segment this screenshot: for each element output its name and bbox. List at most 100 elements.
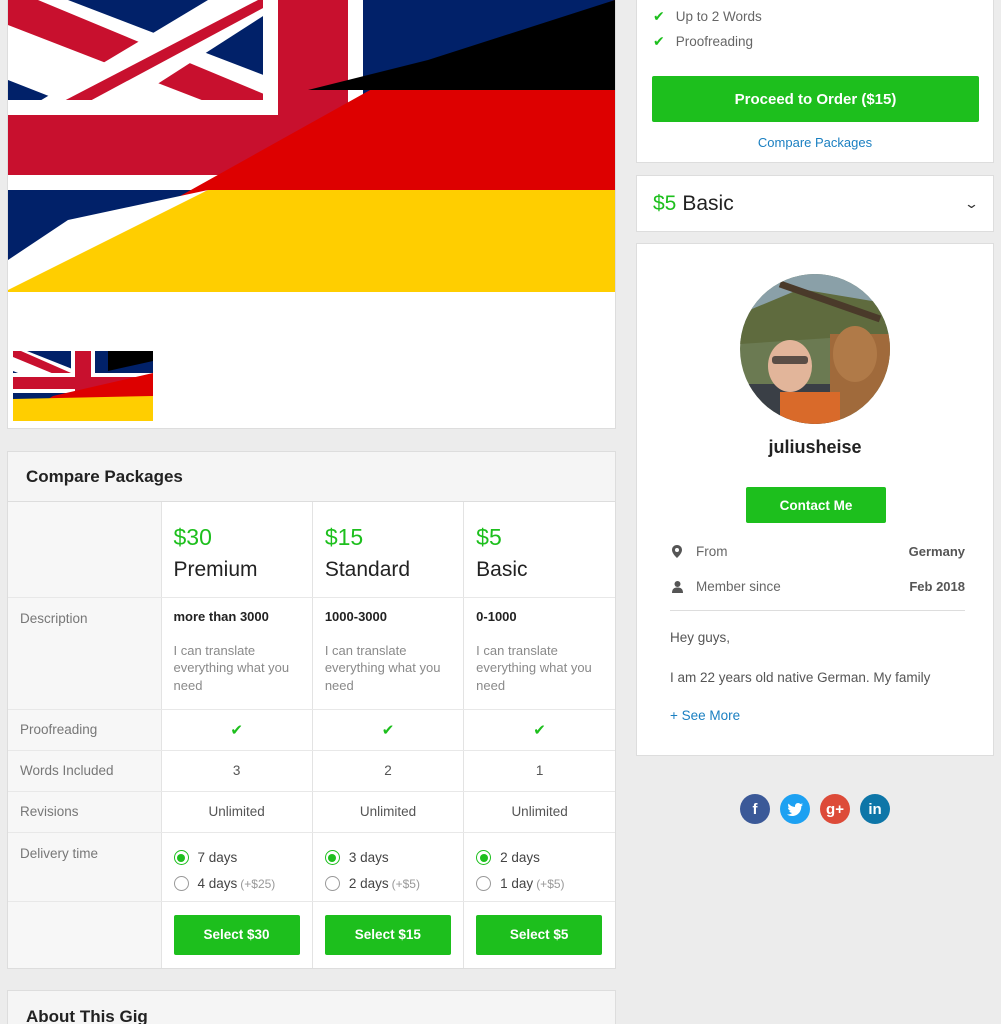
select-premium-button[interactable]: Select $30 bbox=[173, 914, 300, 955]
check-icon: ✔ bbox=[533, 721, 546, 739]
gig-main-image bbox=[8, 0, 615, 292]
google-plus-icon[interactable]: g+ bbox=[820, 794, 850, 824]
description-text: I can translate everything what you need bbox=[476, 642, 592, 693]
description-cell: 1000-3000 I can translate everything wha… bbox=[312, 597, 465, 710]
social-share: f g+ in bbox=[740, 794, 890, 824]
package-price: $30 bbox=[173, 524, 212, 550]
description-text: I can translate everything what you need bbox=[324, 642, 441, 693]
description-cell: more than 3000 I can translate everythin… bbox=[161, 597, 313, 710]
from-value: Germany bbox=[908, 544, 965, 559]
check-icon: ✔ bbox=[230, 721, 243, 739]
feature-item: ✔ Proofreading bbox=[653, 33, 753, 50]
radio-selected[interactable] bbox=[476, 850, 492, 865]
radio-unselected[interactable] bbox=[173, 876, 189, 891]
check-icon: ✔ bbox=[381, 721, 395, 739]
radio-unselected[interactable] bbox=[324, 876, 340, 891]
delivery-option-label: 3 days bbox=[348, 850, 389, 865]
avatar[interactable] bbox=[740, 274, 890, 424]
proofreading-cell: ✔ bbox=[161, 709, 313, 751]
row-label-delivery: Delivery time bbox=[8, 832, 162, 902]
seller-bio-line: Hey guys, bbox=[670, 630, 731, 645]
from-label: From bbox=[696, 544, 728, 559]
compare-packages-title: Compare Packages bbox=[8, 452, 615, 502]
delivery-cell: 7 days 4 days (+$25) bbox=[161, 832, 313, 902]
words-cell: 1 bbox=[463, 750, 615, 792]
package-name: Standard bbox=[324, 558, 411, 581]
delivery-cell: 2 days 1 day (+$5) bbox=[463, 832, 615, 902]
delivery-option-label: 1 day bbox=[500, 876, 534, 891]
compare-packages-link[interactable]: Compare Packages bbox=[637, 135, 993, 150]
row-label-description: Description bbox=[8, 597, 162, 710]
row-label-words: Words Included bbox=[8, 750, 162, 792]
twitter-icon[interactable] bbox=[780, 794, 810, 824]
description-title: 0-1000 bbox=[476, 608, 517, 624]
compare-packages-panel: Compare Packages $30 Premium $15 Standar… bbox=[7, 451, 616, 969]
seller-from-row: From Germany bbox=[670, 544, 965, 559]
radio-unselected[interactable] bbox=[476, 876, 492, 891]
package-header-premium: $30 Premium bbox=[161, 502, 313, 598]
package-name: Basic bbox=[476, 558, 528, 581]
order-panel: ✔ Up to 2 Words ✔ Proofreading Proceed t… bbox=[636, 0, 994, 163]
delivery-cell: 3 days 2 days (+$5) bbox=[312, 832, 465, 902]
contact-me-button[interactable]: Contact Me bbox=[746, 487, 886, 523]
revisions-cell: Unlimited bbox=[463, 791, 615, 833]
delivery-option[interactable]: 2 days (+$5) bbox=[324, 871, 463, 897]
package-price: $5 bbox=[476, 524, 502, 550]
delivery-option-label: 4 days bbox=[197, 876, 238, 891]
select-cell: Select $5 bbox=[464, 901, 615, 968]
member-since-label: Member since bbox=[696, 579, 781, 594]
member-since-value: Feb 2018 bbox=[909, 579, 965, 594]
select-standard-button[interactable]: Select $15 bbox=[324, 914, 451, 955]
delivery-option[interactable]: 7 days bbox=[173, 845, 312, 871]
delivery-option[interactable]: 4 days (+$25) bbox=[173, 871, 312, 897]
user-icon bbox=[670, 580, 684, 593]
select-cell: Select $15 bbox=[312, 901, 465, 968]
delivery-option-label: 2 days bbox=[348, 876, 389, 891]
proofreading-cell: ✔ bbox=[463, 709, 615, 751]
seller-bio-line: I am 22 years old native German. My fami… bbox=[670, 670, 931, 685]
package-price: $15 bbox=[324, 524, 364, 550]
delivery-option-label: 2 days bbox=[500, 850, 540, 865]
row-label-revisions: Revisions bbox=[8, 791, 162, 833]
select-cell: Select $30 bbox=[161, 901, 313, 968]
delivery-extra-cost: (+$5) bbox=[391, 876, 420, 891]
select-basic-button[interactable]: Select $5 bbox=[476, 914, 603, 955]
row-label-proofreading: Proofreading bbox=[8, 709, 162, 751]
chevron-down-icon[interactable]: ⌄ bbox=[964, 196, 979, 212]
revisions-cell: Unlimited bbox=[161, 791, 313, 833]
package-header-basic: $5 Basic bbox=[463, 502, 615, 598]
description-cell: 0-1000 I can translate everything what y… bbox=[463, 597, 615, 710]
facebook-icon[interactable]: f bbox=[740, 794, 770, 824]
basic-package-dropdown[interactable]: $5 Basic ⌄ bbox=[636, 175, 994, 232]
linkedin-icon[interactable]: in bbox=[860, 794, 890, 824]
basic-package-name: Basic bbox=[682, 191, 734, 215]
radio-selected[interactable] bbox=[324, 850, 340, 865]
description-title: 1000-3000 bbox=[324, 608, 387, 624]
check-icon: ✔ bbox=[653, 8, 665, 24]
proceed-to-order-button[interactable]: Proceed to Order ($15) bbox=[652, 76, 979, 122]
packages-table: $30 Premium $15 Standard $5 Basic Descri… bbox=[8, 502, 615, 968]
delivery-option[interactable]: 2 days bbox=[476, 845, 615, 871]
check-icon: ✔ bbox=[653, 33, 665, 49]
proofreading-cell: ✔ bbox=[312, 709, 465, 751]
package-name: Premium bbox=[173, 558, 258, 581]
delivery-extra-cost: (+$5) bbox=[536, 876, 565, 891]
button-row-empty-cell bbox=[8, 901, 162, 968]
words-cell: 2 bbox=[312, 750, 465, 792]
description-text: I can translate everything what you need bbox=[173, 642, 290, 693]
revisions-cell: Unlimited bbox=[312, 791, 465, 833]
description-title: more than 3000 bbox=[173, 608, 269, 624]
delivery-option[interactable]: 3 days bbox=[324, 845, 463, 871]
gig-gallery bbox=[7, 0, 616, 429]
delivery-extra-cost: (+$25) bbox=[240, 876, 276, 891]
header-empty-cell bbox=[8, 502, 162, 598]
feature-label: Up to 2 Words bbox=[675, 9, 762, 24]
words-cell: 3 bbox=[161, 750, 313, 792]
see-more-link[interactable]: + See More bbox=[670, 708, 740, 723]
radio-selected[interactable] bbox=[173, 850, 189, 865]
gig-thumbnail[interactable] bbox=[13, 351, 153, 421]
delivery-option[interactable]: 1 day (+$5) bbox=[476, 871, 615, 897]
feature-label: Proofreading bbox=[675, 34, 754, 49]
delivery-option-label: 7 days bbox=[197, 850, 238, 865]
seller-username[interactable]: juliusheise bbox=[637, 437, 993, 458]
